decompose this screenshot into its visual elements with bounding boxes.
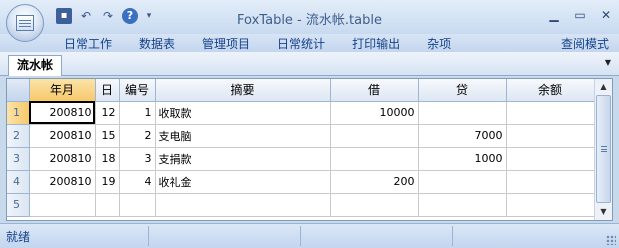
table-cell[interactable] <box>330 124 419 148</box>
table-cell[interactable] <box>506 124 595 148</box>
column-header-number[interactable]: 编号 <box>119 79 156 102</box>
table-cell[interactable]: 4 <box>119 170 156 194</box>
table-cell[interactable]: 12 <box>95 101 120 125</box>
close-button[interactable]: ✕ <box>599 8 613 22</box>
table-cell[interactable] <box>330 193 419 217</box>
column-header-summary[interactable]: 摘要 <box>155 79 331 102</box>
menu-item-view-mode[interactable]: 查阅模式 <box>561 35 609 52</box>
table-cell[interactable] <box>418 101 507 125</box>
table-cell[interactable]: 1 <box>119 101 156 125</box>
menu-bar: 日常工作 数据表 管理项目 日常统计 打印输出 杂项 查阅模式 <box>0 34 619 52</box>
table-cell[interactable] <box>29 193 96 217</box>
table-row: 1 200810 12 1 收取款 10000 <box>7 101 595 125</box>
table-cell[interactable]: 15 <box>95 124 120 148</box>
table-cell[interactable] <box>119 193 156 217</box>
menu-item-misc[interactable]: 杂项 <box>427 35 451 52</box>
row-header[interactable]: 5 <box>7 193 30 217</box>
title-bar: ▪ ↶ ↷ ? ▾ FoxTable - 流水帐.table ▁ ▭ ✕ <box>0 0 619 42</box>
status-text: 就绪 <box>6 230 31 244</box>
menu-item-daily-stats[interactable]: 日常统计 <box>277 35 325 52</box>
column-header-debit[interactable]: 借 <box>330 79 419 102</box>
table-cell[interactable]: 200810 <box>29 147 96 171</box>
table-row: 5 <box>7 193 595 217</box>
table-icon <box>16 15 34 31</box>
vertical-scrollbar[interactable]: ▲ ▼ <box>594 79 612 220</box>
status-divider <box>452 226 453 246</box>
menu-item-data-table[interactable]: 数据表 <box>139 35 175 52</box>
maximize-button[interactable]: ▭ <box>573 8 587 22</box>
table-cell[interactable]: 7000 <box>418 124 507 148</box>
row-header[interactable]: 4 <box>7 170 30 194</box>
minimize-button[interactable]: ▁ <box>547 8 561 22</box>
table-cell[interactable]: 10000 <box>330 101 419 125</box>
data-grid[interactable]: 年月 日 编号 摘要 借 贷 余额 1 200810 12 1 收取款 1000… <box>6 78 613 221</box>
table-cell[interactable]: 支电脑 <box>155 124 331 148</box>
table-cell[interactable]: 1000 <box>418 147 507 171</box>
table-tab-strip: 流水帐 ▼ <box>0 52 619 76</box>
table-row: 4 200810 19 4 收礼金 200 <box>7 170 595 194</box>
row-header[interactable]: 1 <box>7 101 30 125</box>
status-divider <box>300 226 301 246</box>
row-header[interactable]: 2 <box>7 124 30 148</box>
table-cell[interactable]: 2 <box>119 124 156 148</box>
grip-icon <box>601 146 607 152</box>
table-cell[interactable]: 200810 <box>29 170 96 194</box>
tab-ledger[interactable]: 流水帐 <box>8 55 63 76</box>
column-header-year-month[interactable]: 年月 <box>29 79 96 102</box>
table-cell[interactable] <box>155 193 331 217</box>
table-cell[interactable]: 19 <box>95 170 120 194</box>
menu-item-manage-project[interactable]: 管理项目 <box>202 35 250 52</box>
table-cell[interactable]: 3 <box>119 147 156 171</box>
table-cell[interactable]: 18 <box>95 147 120 171</box>
table-cell[interactable] <box>506 147 595 171</box>
table-cell[interactable] <box>506 101 595 125</box>
table-cell[interactable] <box>506 193 595 217</box>
table-cell[interactable] <box>95 193 120 217</box>
row-header[interactable]: 3 <box>7 147 30 171</box>
resize-grip-icon[interactable] <box>606 235 616 245</box>
window-title: FoxTable - 流水帐.table <box>237 13 382 28</box>
column-header-day[interactable]: 日 <box>95 79 120 102</box>
table-row: 3 200810 18 3 支捐款 1000 <box>7 147 595 171</box>
column-header-credit[interactable]: 贷 <box>418 79 507 102</box>
tab-list-dropdown-icon[interactable]: ▼ <box>605 58 611 67</box>
status-divider <box>148 226 149 246</box>
status-bar: 就绪 <box>0 223 619 248</box>
table-row: 2 200810 15 2 支电脑 7000 <box>7 124 595 148</box>
table-cell[interactable] <box>506 170 595 194</box>
table-cell[interactable]: 支捐款 <box>155 147 331 171</box>
table-cell[interactable] <box>418 170 507 194</box>
menu-item-daily-work[interactable]: 日常工作 <box>64 35 112 52</box>
application-menu-button[interactable] <box>6 4 44 42</box>
table-cell[interactable]: 200 <box>330 170 419 194</box>
menu-item-print-output[interactable]: 打印输出 <box>352 35 400 52</box>
scroll-down-arrow-icon[interactable]: ▼ <box>595 204 612 220</box>
table-cell[interactable]: 收礼金 <box>155 170 331 194</box>
table-cell[interactable] <box>330 147 419 171</box>
column-header-balance[interactable]: 余额 <box>506 79 595 102</box>
window-controls: ▁ ▭ ✕ <box>547 8 613 22</box>
table-cell[interactable] <box>418 193 507 217</box>
table-cell[interactable]: 收取款 <box>155 101 331 125</box>
table-cell[interactable]: 200810 <box>29 124 96 148</box>
select-all-corner[interactable] <box>7 79 30 102</box>
scroll-up-arrow-icon[interactable]: ▲ <box>595 79 612 95</box>
scroll-thumb[interactable] <box>596 95 611 203</box>
table-cell[interactable]: 200810 <box>29 101 96 125</box>
